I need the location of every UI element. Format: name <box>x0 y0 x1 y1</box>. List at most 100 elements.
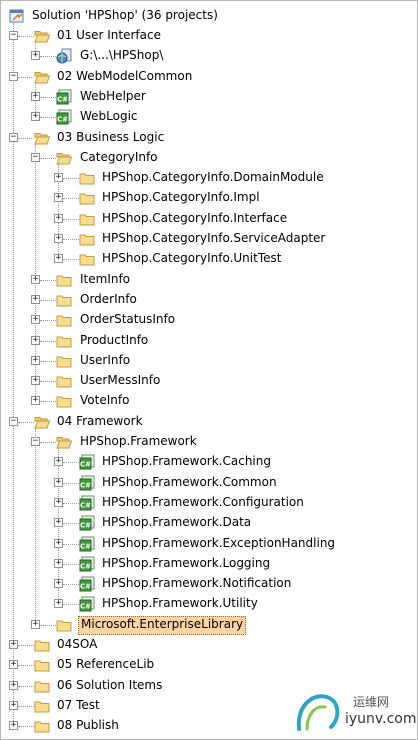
tree-node-hpshop-framework[interactable]: − HPShop.Framework <box>1 432 417 452</box>
expand-toggle-icon[interactable]: + <box>31 315 40 325</box>
tree-node-02-webmodelcommon[interactable]: − 02 WebModelCommon <box>1 67 417 87</box>
svg-text:C#: C# <box>57 95 68 103</box>
expand-toggle-icon[interactable]: + <box>54 579 63 589</box>
folder-icon <box>79 211 95 227</box>
expand-toggle-icon[interactable]: + <box>54 234 63 243</box>
watermark-en: iyunv.com <box>345 711 417 727</box>
svg-text:C#: C# <box>80 542 91 550</box>
collapse-toggle-icon[interactable]: − <box>9 71 18 81</box>
svg-text:C#: C# <box>57 116 68 124</box>
tree-node-label: OrderStatusInfo <box>80 312 176 327</box>
tree-node-usermessinfo[interactable]: + UserMessInfo <box>1 371 417 391</box>
collapse-toggle-icon[interactable]: − <box>9 31 18 40</box>
tree-node-label: WebLogic <box>80 109 138 124</box>
tree-connector-line <box>63 584 79 586</box>
tree-node-webhelper[interactable]: + C# WebHelper <box>1 87 417 107</box>
expand-toggle-icon[interactable]: + <box>9 680 18 690</box>
folder-icon <box>56 333 72 349</box>
folder-open-icon <box>34 28 51 44</box>
tree-connector-line <box>40 299 56 301</box>
folder-icon <box>79 190 95 206</box>
tree-connector-line <box>18 36 34 37</box>
expand-toggle-icon[interactable]: + <box>54 538 63 548</box>
tree-connector-line <box>18 726 34 728</box>
svg-text:C#: C# <box>80 603 91 611</box>
expand-toggle-icon[interactable]: + <box>31 91 40 101</box>
tree-node-label: HPShop.CategoryInfo.Interface <box>102 210 288 225</box>
expand-toggle-icon[interactable]: + <box>54 193 63 203</box>
collapse-toggle-icon[interactable]: − <box>9 132 18 142</box>
expand-toggle-icon[interactable]: + <box>31 294 40 304</box>
expand-toggle-icon[interactable]: + <box>31 274 40 284</box>
collapse-toggle-icon[interactable]: − <box>31 152 40 162</box>
collapse-toggle-icon[interactable]: − <box>9 416 18 426</box>
tree-connector-line <box>40 117 56 119</box>
tree-node-productinfo[interactable]: + ProductInfo <box>1 331 417 351</box>
expand-toggle-icon[interactable]: + <box>54 254 63 264</box>
tree-node-04-framework[interactable]: − 04 Framework <box>1 412 417 432</box>
tree-node-01-user-interface[interactable]: − 01 User Interface <box>1 26 417 46</box>
folder-open-icon <box>34 69 51 85</box>
tree-node-label: HPShop.CategoryInfo.ServiceAdapter <box>102 231 326 245</box>
folder-icon <box>79 170 95 186</box>
expand-toggle-icon[interactable]: + <box>54 477 63 487</box>
tree-connector-line <box>63 482 79 484</box>
solution-icon <box>9 9 24 23</box>
tree-connector-line <box>18 645 34 646</box>
expand-toggle-icon[interactable]: + <box>31 51 40 61</box>
collapse-toggle-icon[interactable]: − <box>31 437 40 446</box>
svg-text:C#: C# <box>80 481 91 489</box>
tree-node-orderinfo[interactable]: + OrderInfo <box>1 290 417 310</box>
expand-toggle-icon[interactable]: + <box>54 457 63 467</box>
tree-node-microsoft-enterpriselibrary[interactable]: + Microsoft.EnterpriseLibrary <box>1 615 417 635</box>
tree-node-label: ProductInfo <box>80 332 149 347</box>
folder-icon <box>56 373 72 389</box>
folder-open-icon <box>56 150 73 166</box>
tree-connector-line <box>40 320 56 322</box>
tree-connector-line <box>18 685 34 687</box>
expand-toggle-icon[interactable]: + <box>54 558 63 568</box>
tree-node-label: WebHelper <box>80 88 146 103</box>
tree-connector-line <box>40 157 56 159</box>
svg-text:C#: C# <box>80 461 91 469</box>
tree-node-userinfo[interactable]: + UserInfo <box>1 351 417 371</box>
tree-connector-line <box>63 239 79 240</box>
csharp-project-icon: C# <box>79 475 95 491</box>
expand-toggle-icon[interactable]: + <box>9 721 18 731</box>
tree-node-04soa[interactable]: +04SOA <box>1 635 417 655</box>
tree-node-categoryinfo[interactable]: − CategoryInfo <box>1 148 417 168</box>
tree-node-weblogic[interactable]: + C# WebLogic <box>1 107 417 127</box>
expand-toggle-icon[interactable]: + <box>31 335 40 345</box>
expand-toggle-icon[interactable]: + <box>31 396 40 406</box>
tree-node-orderstatusinfo[interactable]: + OrderStatusInfo <box>1 310 417 330</box>
solution-label: Solution 'HPShop' (36 projects) <box>32 8 218 22</box>
tree-node-03-business-logic[interactable]: − 03 Business Logic <box>1 128 417 148</box>
tree-node-g-hpshop[interactable]: + G:\...\HPShop\ <box>1 46 417 66</box>
expand-toggle-icon[interactable]: + <box>9 660 18 670</box>
tree-node-voteinfo[interactable]: + VoteInfo <box>1 391 417 411</box>
tree-connector-line <box>63 523 79 525</box>
expand-toggle-icon[interactable]: + <box>54 599 63 609</box>
expand-toggle-icon[interactable]: + <box>31 112 40 122</box>
expand-toggle-icon[interactable]: + <box>31 376 40 386</box>
expand-toggle-icon[interactable]: + <box>54 173 63 183</box>
expand-toggle-icon[interactable]: + <box>31 355 40 365</box>
expand-toggle-icon[interactable]: + <box>54 497 63 507</box>
solution-tree[interactable]: Solution 'HPShop' (36 projects) − 01 User… <box>1 1 417 739</box>
solution-root-node[interactable]: Solution 'HPShop' (36 projects) <box>1 6 417 26</box>
tree-node-iteminfo[interactable]: + ItemInfo <box>1 270 417 290</box>
tree-node-label: HPShop.Framework.Notification <box>102 576 292 591</box>
expand-toggle-icon[interactable]: + <box>9 640 18 649</box>
csharp-project-icon: C# <box>79 495 95 511</box>
folder-open-icon <box>56 434 73 450</box>
tree-node-label: 01 User Interface <box>57 28 161 42</box>
expand-toggle-icon[interactable]: + <box>9 700 18 710</box>
expand-toggle-icon[interactable]: + <box>31 619 40 629</box>
tree-node-label: Microsoft.EnterpriseLibrary <box>78 615 247 635</box>
tree-node-05-referencelib[interactable]: +05 ReferenceLib <box>1 655 417 675</box>
expand-toggle-icon[interactable]: + <box>54 518 63 528</box>
expand-toggle-icon[interactable]: + <box>54 213 63 223</box>
tree-node-label: HPShop.CategoryInfo.UnitTest <box>102 251 282 266</box>
csharp-project-icon: C# <box>79 556 95 572</box>
tree-connector-line <box>40 381 56 383</box>
